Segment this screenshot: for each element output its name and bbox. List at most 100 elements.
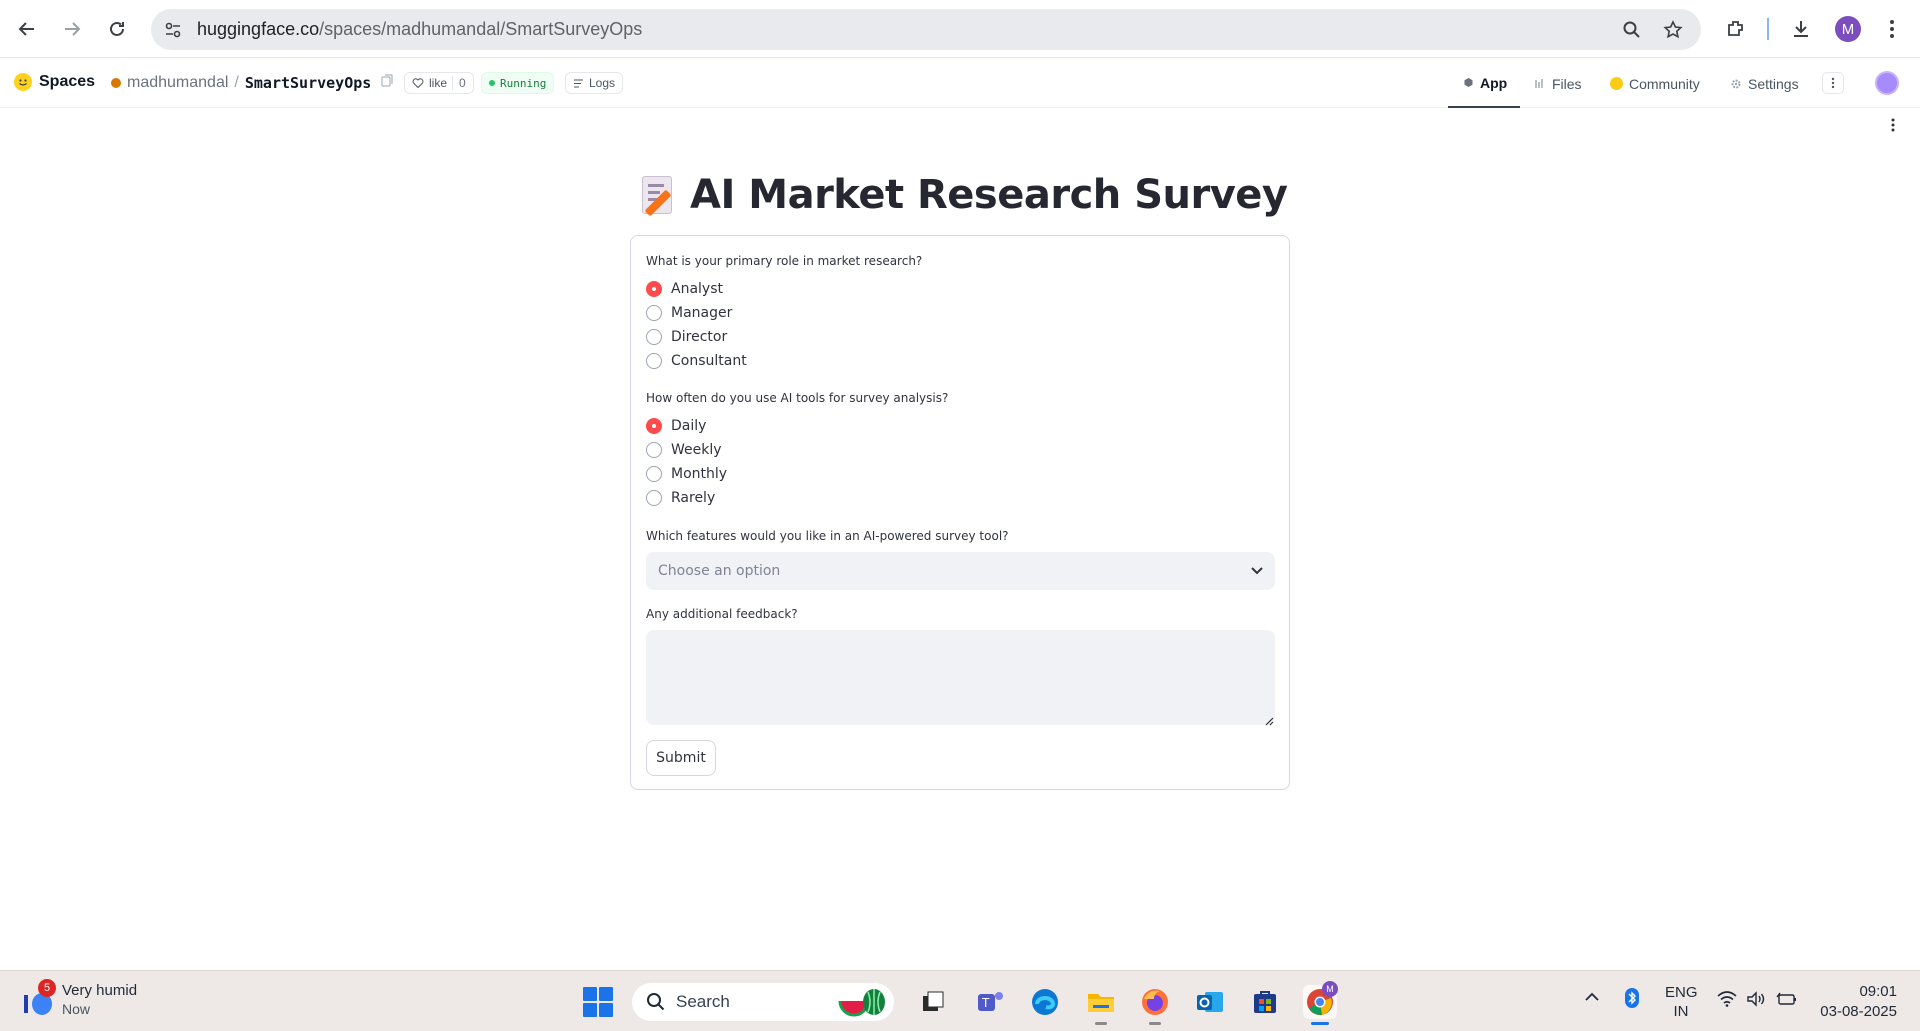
search-icon [647, 993, 665, 1011]
language-indicator[interactable]: ENG IN [1665, 983, 1698, 1021]
like-count: 0 [452, 76, 466, 90]
spaces-home-link[interactable]: Spaces [14, 73, 95, 91]
chrome-taskbar-icon[interactable]: M [1303, 981, 1338, 1025]
owner-avatar [111, 78, 121, 88]
address-bar[interactable]: huggingface.co/spaces/madhumandal/SmartS… [151, 9, 1701, 50]
tab-community-label: Community [1629, 75, 1700, 92]
bluetooth-icon[interactable] [1624, 987, 1640, 1013]
tab-community[interactable]: Community [1610, 59, 1700, 108]
role-option-label: Director [671, 329, 728, 345]
back-button[interactable] [10, 12, 44, 46]
owner-link[interactable]: madhumandal [127, 74, 228, 92]
volume-icon[interactable] [1746, 991, 1766, 1011]
taskbar-search[interactable]: Search [632, 983, 894, 1021]
frequency-option-label: Daily [671, 418, 707, 434]
bookmark-star-icon[interactable] [1656, 9, 1690, 50]
url-path: /spaces/madhumandal/SmartSurveyOps [319, 19, 643, 39]
frequency-option-daily[interactable]: Daily [646, 416, 706, 436]
space-menu-button[interactable] [1822, 72, 1844, 94]
radio-unselected-icon [646, 466, 662, 482]
gear-icon [1731, 79, 1741, 88]
tab-settings-label: Settings [1748, 75, 1799, 92]
frequency-option-rarely[interactable]: Rarely [646, 488, 715, 508]
frequency-option-weekly[interactable]: Weekly [646, 440, 722, 460]
chevron-down-icon [1251, 567, 1263, 575]
windows-start-icon[interactable] [583, 987, 614, 1018]
battery-icon[interactable] [1776, 991, 1798, 1011]
breadcrumb-separator: / [234, 74, 239, 91]
region-code: IN [1673, 1003, 1689, 1020]
clock-time: 09:01 [1859, 983, 1897, 1000]
features-placeholder: Choose an option [658, 563, 781, 579]
like-button[interactable]: like 0 [404, 72, 474, 94]
firefox-icon[interactable] [1138, 985, 1172, 1025]
status-label: Running [500, 76, 547, 90]
role-option-director[interactable]: Director [646, 327, 727, 347]
tab-settings[interactable]: Settings [1730, 59, 1799, 108]
chrome-profile-badge: M [1322, 981, 1338, 997]
running-indicator [1095, 1022, 1107, 1025]
task-view-icon[interactable] [916, 985, 950, 1019]
survey-form: What is your primary role in market rese… [630, 235, 1290, 790]
feedback-textarea[interactable] [646, 630, 1275, 725]
kebab-icon [1831, 77, 1835, 89]
role-option-consultant[interactable]: Consultant [646, 351, 747, 371]
weather-title: Very humid [62, 982, 138, 999]
app-cube-icon [1464, 78, 1473, 87]
memo-icon [640, 174, 678, 217]
app-menu-icon[interactable] [1891, 118, 1895, 137]
forward-arrow-icon [65, 22, 81, 36]
active-indicator [1311, 1022, 1329, 1025]
downloads-icon[interactable] [1784, 12, 1818, 46]
outlook-icon[interactable] [1193, 985, 1227, 1019]
tab-files[interactable]: Files [1534, 59, 1582, 108]
radio-selected-icon [646, 281, 662, 297]
user-avatar[interactable] [1875, 71, 1899, 95]
svg-text:T: T [981, 996, 990, 1010]
forward-button[interactable] [55, 12, 89, 46]
frequency-option-label: Weekly [671, 442, 722, 458]
url-text: huggingface.co/spaces/madhumandal/SmartS… [197, 19, 642, 40]
back-arrow-icon [18, 22, 34, 36]
role-option-manager[interactable]: Manager [646, 303, 732, 323]
profile-button[interactable]: M [1831, 12, 1865, 46]
reload-icon [110, 21, 124, 36]
space-name-link[interactable]: SmartSurveyOps [245, 74, 371, 92]
wifi-icon[interactable] [1717, 991, 1737, 1011]
logs-icon [574, 79, 583, 87]
features-multiselect[interactable]: Choose an option [646, 552, 1275, 590]
system-clock[interactable]: 09:01 03-08-2025 [1817, 982, 1897, 1022]
file-explorer-icon[interactable] [1084, 985, 1118, 1025]
role-option-analyst[interactable]: Analyst [646, 279, 723, 299]
radio-unselected-icon [646, 329, 662, 345]
store-icon[interactable] [1248, 985, 1282, 1019]
files-icon [1535, 78, 1543, 88]
frequency-question-label: How often do you use AI tools for survey… [646, 391, 949, 405]
toolbar-divider [1767, 18, 1769, 40]
language-code: ENG [1665, 984, 1698, 1001]
submit-button[interactable]: Submit [646, 740, 716, 776]
tab-app[interactable]: App [1448, 59, 1520, 108]
hugging-face-logo-icon [14, 73, 32, 91]
logs-button[interactable]: Logs [565, 72, 624, 94]
radio-selected-icon [646, 418, 662, 434]
show-hidden-icons[interactable] [1584, 989, 1600, 1006]
frequency-option-label: Rarely [671, 490, 716, 506]
resize-handle-icon[interactable] [1264, 713, 1274, 726]
page-title: AI Market Research Survey [690, 172, 1288, 218]
teams-icon[interactable]: T [973, 985, 1007, 1019]
logs-label: Logs [589, 76, 616, 90]
edge-icon[interactable] [1028, 985, 1062, 1019]
frequency-option-monthly[interactable]: Monthly [646, 464, 727, 484]
url-host: huggingface.co [197, 19, 320, 39]
copy-icon[interactable] [381, 74, 394, 92]
chrome-menu-icon[interactable] [1875, 12, 1909, 46]
features-question-label: Which features would you like in an AI-p… [646, 529, 1009, 543]
weather-widget[interactable]: 5 Very humid Now [24, 979, 138, 1019]
zoom-icon[interactable] [1615, 9, 1649, 50]
radio-unselected-icon [646, 353, 662, 369]
hf-space-header: Spaces madhumandal / SmartSurveyOps like… [0, 59, 1920, 108]
extensions-icon[interactable] [1719, 12, 1753, 46]
reload-button[interactable] [100, 12, 134, 46]
site-info-icon[interactable] [155, 12, 191, 48]
